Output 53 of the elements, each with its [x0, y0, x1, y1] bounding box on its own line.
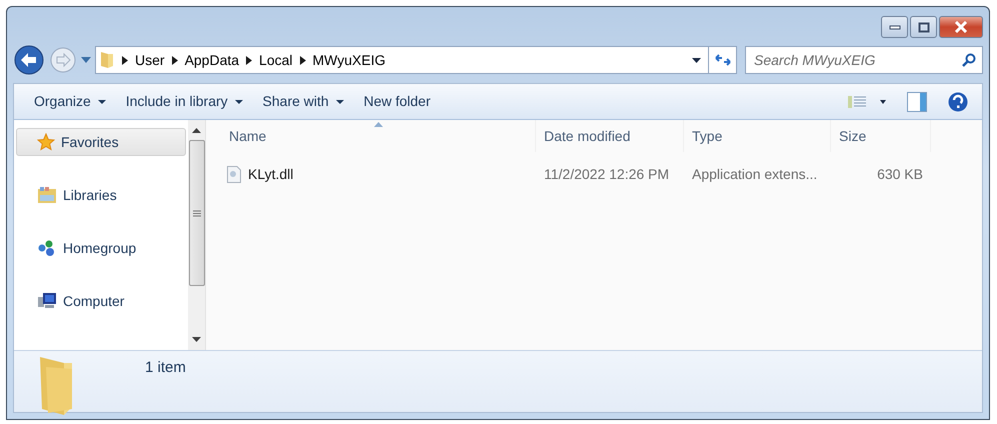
computer-icon: [37, 292, 57, 310]
chevron-icon[interactable]: [172, 56, 178, 64]
library-icon: [37, 186, 57, 204]
column-header[interactable]: Name: [221, 120, 536, 152]
minimize-button[interactable]: [881, 16, 908, 38]
toolbar-button[interactable]: Organize: [24, 87, 116, 116]
scrollbar[interactable]: [188, 120, 206, 350]
refresh-icon: [714, 54, 730, 66]
nav-item[interactable]: Libraries: [16, 181, 186, 209]
chevron-icon[interactable]: [300, 56, 306, 64]
refresh-button[interactable]: [709, 46, 737, 74]
nav-item[interactable]: Computer: [16, 287, 186, 315]
breadcrumb-item[interactable]: Local: [259, 50, 293, 70]
nav-item[interactable]: Homegroup: [16, 234, 186, 262]
maximize-button[interactable]: [910, 16, 937, 38]
history-dropdown-icon[interactable]: [81, 57, 91, 63]
close-icon: [954, 21, 968, 33]
chevron-icon[interactable]: [246, 56, 252, 64]
back-icon[interactable]: [13, 44, 45, 76]
file-icon: [227, 166, 241, 182]
table-cell-text: 11/2/2022 12:26 PM: [543, 164, 670, 184]
toolbar-button[interactable]: Share with: [252, 87, 354, 116]
breadcrumb-item[interactable]: User: [135, 50, 165, 70]
table-cell-text: 630 KB: [876, 164, 923, 184]
folder-icon: [100, 51, 114, 69]
column-header[interactable]: Type: [684, 120, 831, 152]
maximize-icon: [918, 22, 930, 32]
column-header[interactable]: Size: [831, 120, 931, 152]
star-icon: [37, 133, 55, 151]
sort-arrow-icon: [374, 122, 383, 127]
chevron-icon[interactable]: [122, 56, 128, 64]
scroll-down-icon[interactable]: [192, 337, 201, 342]
toolbar-button[interactable]: Include in library: [116, 87, 253, 116]
homegroup-icon: [37, 239, 57, 257]
toolbar-button[interactable]: New folder: [354, 87, 440, 116]
table-cell-text: Application extens...: [691, 164, 818, 184]
preview-pane-icon[interactable]: [907, 92, 927, 112]
search-field[interactable]: Search MWyuXEIG: [745, 46, 983, 74]
file-name[interactable]: KLyt.dll: [248, 164, 294, 184]
help-icon[interactable]: [948, 92, 968, 112]
grip-icon: [192, 210, 200, 216]
address-bar[interactable]: User AppData Local MWyuXEIG: [95, 46, 709, 74]
item-count: 1 item: [144, 358, 186, 378]
dropdown-icon[interactable]: [692, 58, 701, 64]
close-button[interactable]: [939, 16, 983, 38]
column-header[interactable]: Date modified: [536, 120, 684, 152]
search-icon[interactable]: [962, 53, 976, 67]
minimize-icon: [888, 24, 900, 30]
breadcrumb-item[interactable]: MWyuXEIG: [312, 50, 386, 70]
scroll-up-icon[interactable]: [192, 128, 201, 133]
breadcrumb-item[interactable]: AppData: [184, 50, 240, 70]
nav-item[interactable]: Favorites: [16, 128, 186, 156]
view-options-icon[interactable]: [848, 94, 886, 108]
